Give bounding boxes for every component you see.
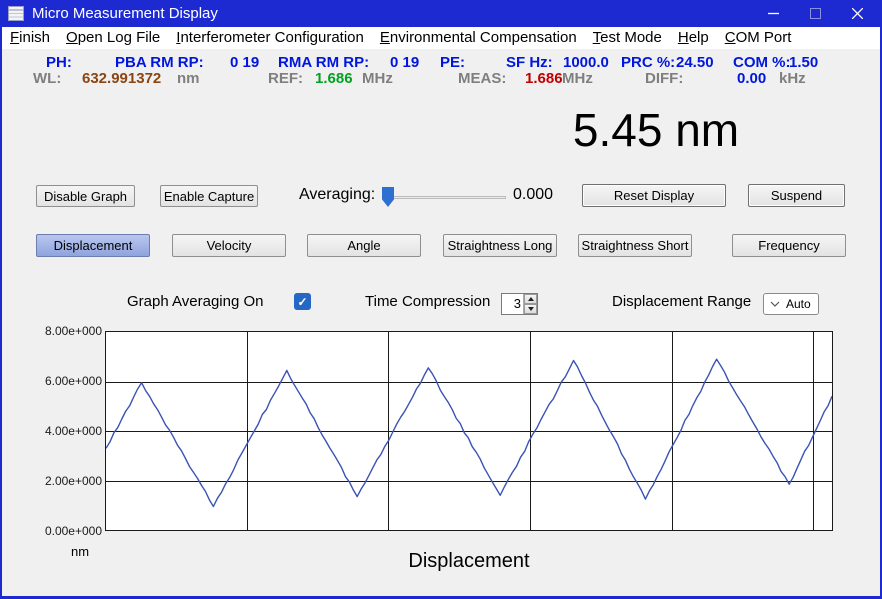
displacement-range-label: Displacement Range xyxy=(612,293,751,310)
status-panel: PH: PBA RM RP: 0 19 RMA RM RP: 0 19 PE: … xyxy=(0,49,882,95)
y-tick-6: 6.00e+000 xyxy=(40,374,102,388)
ref-value: 1.686 xyxy=(315,70,353,87)
graph-averaging-checkbox[interactable]: ✓ xyxy=(294,293,311,310)
wl-unit: nm xyxy=(177,70,200,87)
menu-test-mode[interactable]: Test Mode xyxy=(585,27,670,49)
close-button[interactable] xyxy=(836,0,878,27)
diff-value: 0.00 xyxy=(737,70,766,87)
tab-angle[interactable]: Angle xyxy=(307,234,421,257)
window-border-left xyxy=(0,27,2,599)
minimize-icon xyxy=(768,8,779,19)
chart-title: Displacement xyxy=(105,550,833,573)
menu-interferometer-configuration[interactable]: Interferometer Configuration xyxy=(168,27,372,49)
time-compression-label: Time Compression xyxy=(365,293,490,310)
pba-rm-rp-value: 0 19 xyxy=(230,54,259,71)
wl-label: WL: xyxy=(33,70,61,87)
sf-hz-value: 1000.0 xyxy=(563,54,609,71)
y-tick-0: 0.00e+000 xyxy=(40,524,102,538)
ph-label: PH: xyxy=(46,54,72,71)
prc-value: 24.50 xyxy=(676,54,714,71)
meas-label: MEAS: xyxy=(458,70,506,87)
averaging-slider-track[interactable] xyxy=(386,196,506,199)
averaging-value: 0.000 xyxy=(513,186,553,204)
rma-rm-rp-label: RMA RM RP: xyxy=(278,54,369,71)
checkmark-icon: ✓ xyxy=(297,295,307,309)
time-compression-up-button[interactable] xyxy=(524,294,537,304)
close-icon xyxy=(852,8,863,19)
meas-value: 1.686 xyxy=(525,70,563,87)
menu-environmental-compensation[interactable]: Environmental Compensation xyxy=(372,27,585,49)
minimize-button[interactable] xyxy=(752,0,794,27)
menu-com-port[interactable]: COM Port xyxy=(717,27,800,49)
diff-label: DIFF: xyxy=(645,70,683,87)
pba-rm-rp-label: PBA RM RP: xyxy=(115,54,204,71)
wl-value: 632.991372 xyxy=(82,70,161,87)
app-window: Micro Measurement Display Finish Open Lo… xyxy=(0,0,882,599)
tab-velocity[interactable]: Velocity xyxy=(172,234,286,257)
tab-displacement[interactable]: Displacement xyxy=(36,234,150,257)
waveform-svg xyxy=(106,332,832,530)
menu-help[interactable]: Help xyxy=(670,27,717,49)
enable-capture-button[interactable]: Enable Capture xyxy=(160,185,258,207)
tab-frequency[interactable]: Frequency xyxy=(732,234,846,257)
arrow-up-icon xyxy=(528,297,534,301)
maximize-icon xyxy=(810,8,821,19)
title-bar: Micro Measurement Display xyxy=(0,0,882,27)
suspend-button[interactable]: Suspend xyxy=(748,184,845,207)
ref-unit: MHz xyxy=(362,70,393,87)
menu-bar: Finish Open Log File Interferometer Conf… xyxy=(0,27,882,49)
chevron-down-icon xyxy=(770,301,780,307)
rma-rm-rp-value: 0 19 xyxy=(390,54,419,71)
displacement-reading: 5.45 nm xyxy=(556,103,756,159)
diff-unit: kHz xyxy=(779,70,806,87)
window-title: Micro Measurement Display xyxy=(32,5,218,22)
arrow-down-icon xyxy=(528,307,534,311)
y-tick-8: 8.00e+000 xyxy=(40,324,102,338)
sf-hz-label: SF Hz: xyxy=(506,54,553,71)
time-compression-value[interactable]: 3 xyxy=(502,294,523,314)
graph-averaging-label: Graph Averaging On xyxy=(127,293,263,310)
menu-open-log-file[interactable]: Open Log File xyxy=(58,27,168,49)
displacement-range-value: Auto xyxy=(786,297,811,311)
prc-label: PRC %: xyxy=(621,54,675,71)
reset-display-button[interactable]: Reset Display xyxy=(582,184,726,207)
averaging-slider-thumb[interactable] xyxy=(382,187,394,207)
averaging-slider[interactable] xyxy=(382,186,506,210)
y-axis-unit-label: nm xyxy=(71,544,89,559)
tab-straightness-long[interactable]: Straightness Long xyxy=(443,234,557,257)
y-tick-2: 2.00e+000 xyxy=(40,474,102,488)
com-value: 1.50 xyxy=(789,54,818,71)
maximize-button[interactable] xyxy=(794,0,836,27)
displacement-range-dropdown[interactable]: Auto xyxy=(763,293,819,315)
com-label: COM %: xyxy=(733,54,791,71)
y-tick-4: 4.00e+000 xyxy=(40,424,102,438)
ref-label: REF: xyxy=(268,70,303,87)
displacement-graph xyxy=(105,331,833,531)
tab-straightness-short[interactable]: Straightness Short xyxy=(578,234,692,257)
menu-finish[interactable]: Finish xyxy=(2,27,58,49)
time-compression-down-button[interactable] xyxy=(524,304,537,314)
meas-unit: MHz xyxy=(562,70,593,87)
averaging-label: Averaging: xyxy=(299,186,375,204)
app-icon xyxy=(8,6,24,21)
time-compression-stepper[interactable]: 3 xyxy=(501,293,538,315)
disable-graph-button[interactable]: Disable Graph xyxy=(36,185,135,207)
pe-label: PE: xyxy=(440,54,465,71)
